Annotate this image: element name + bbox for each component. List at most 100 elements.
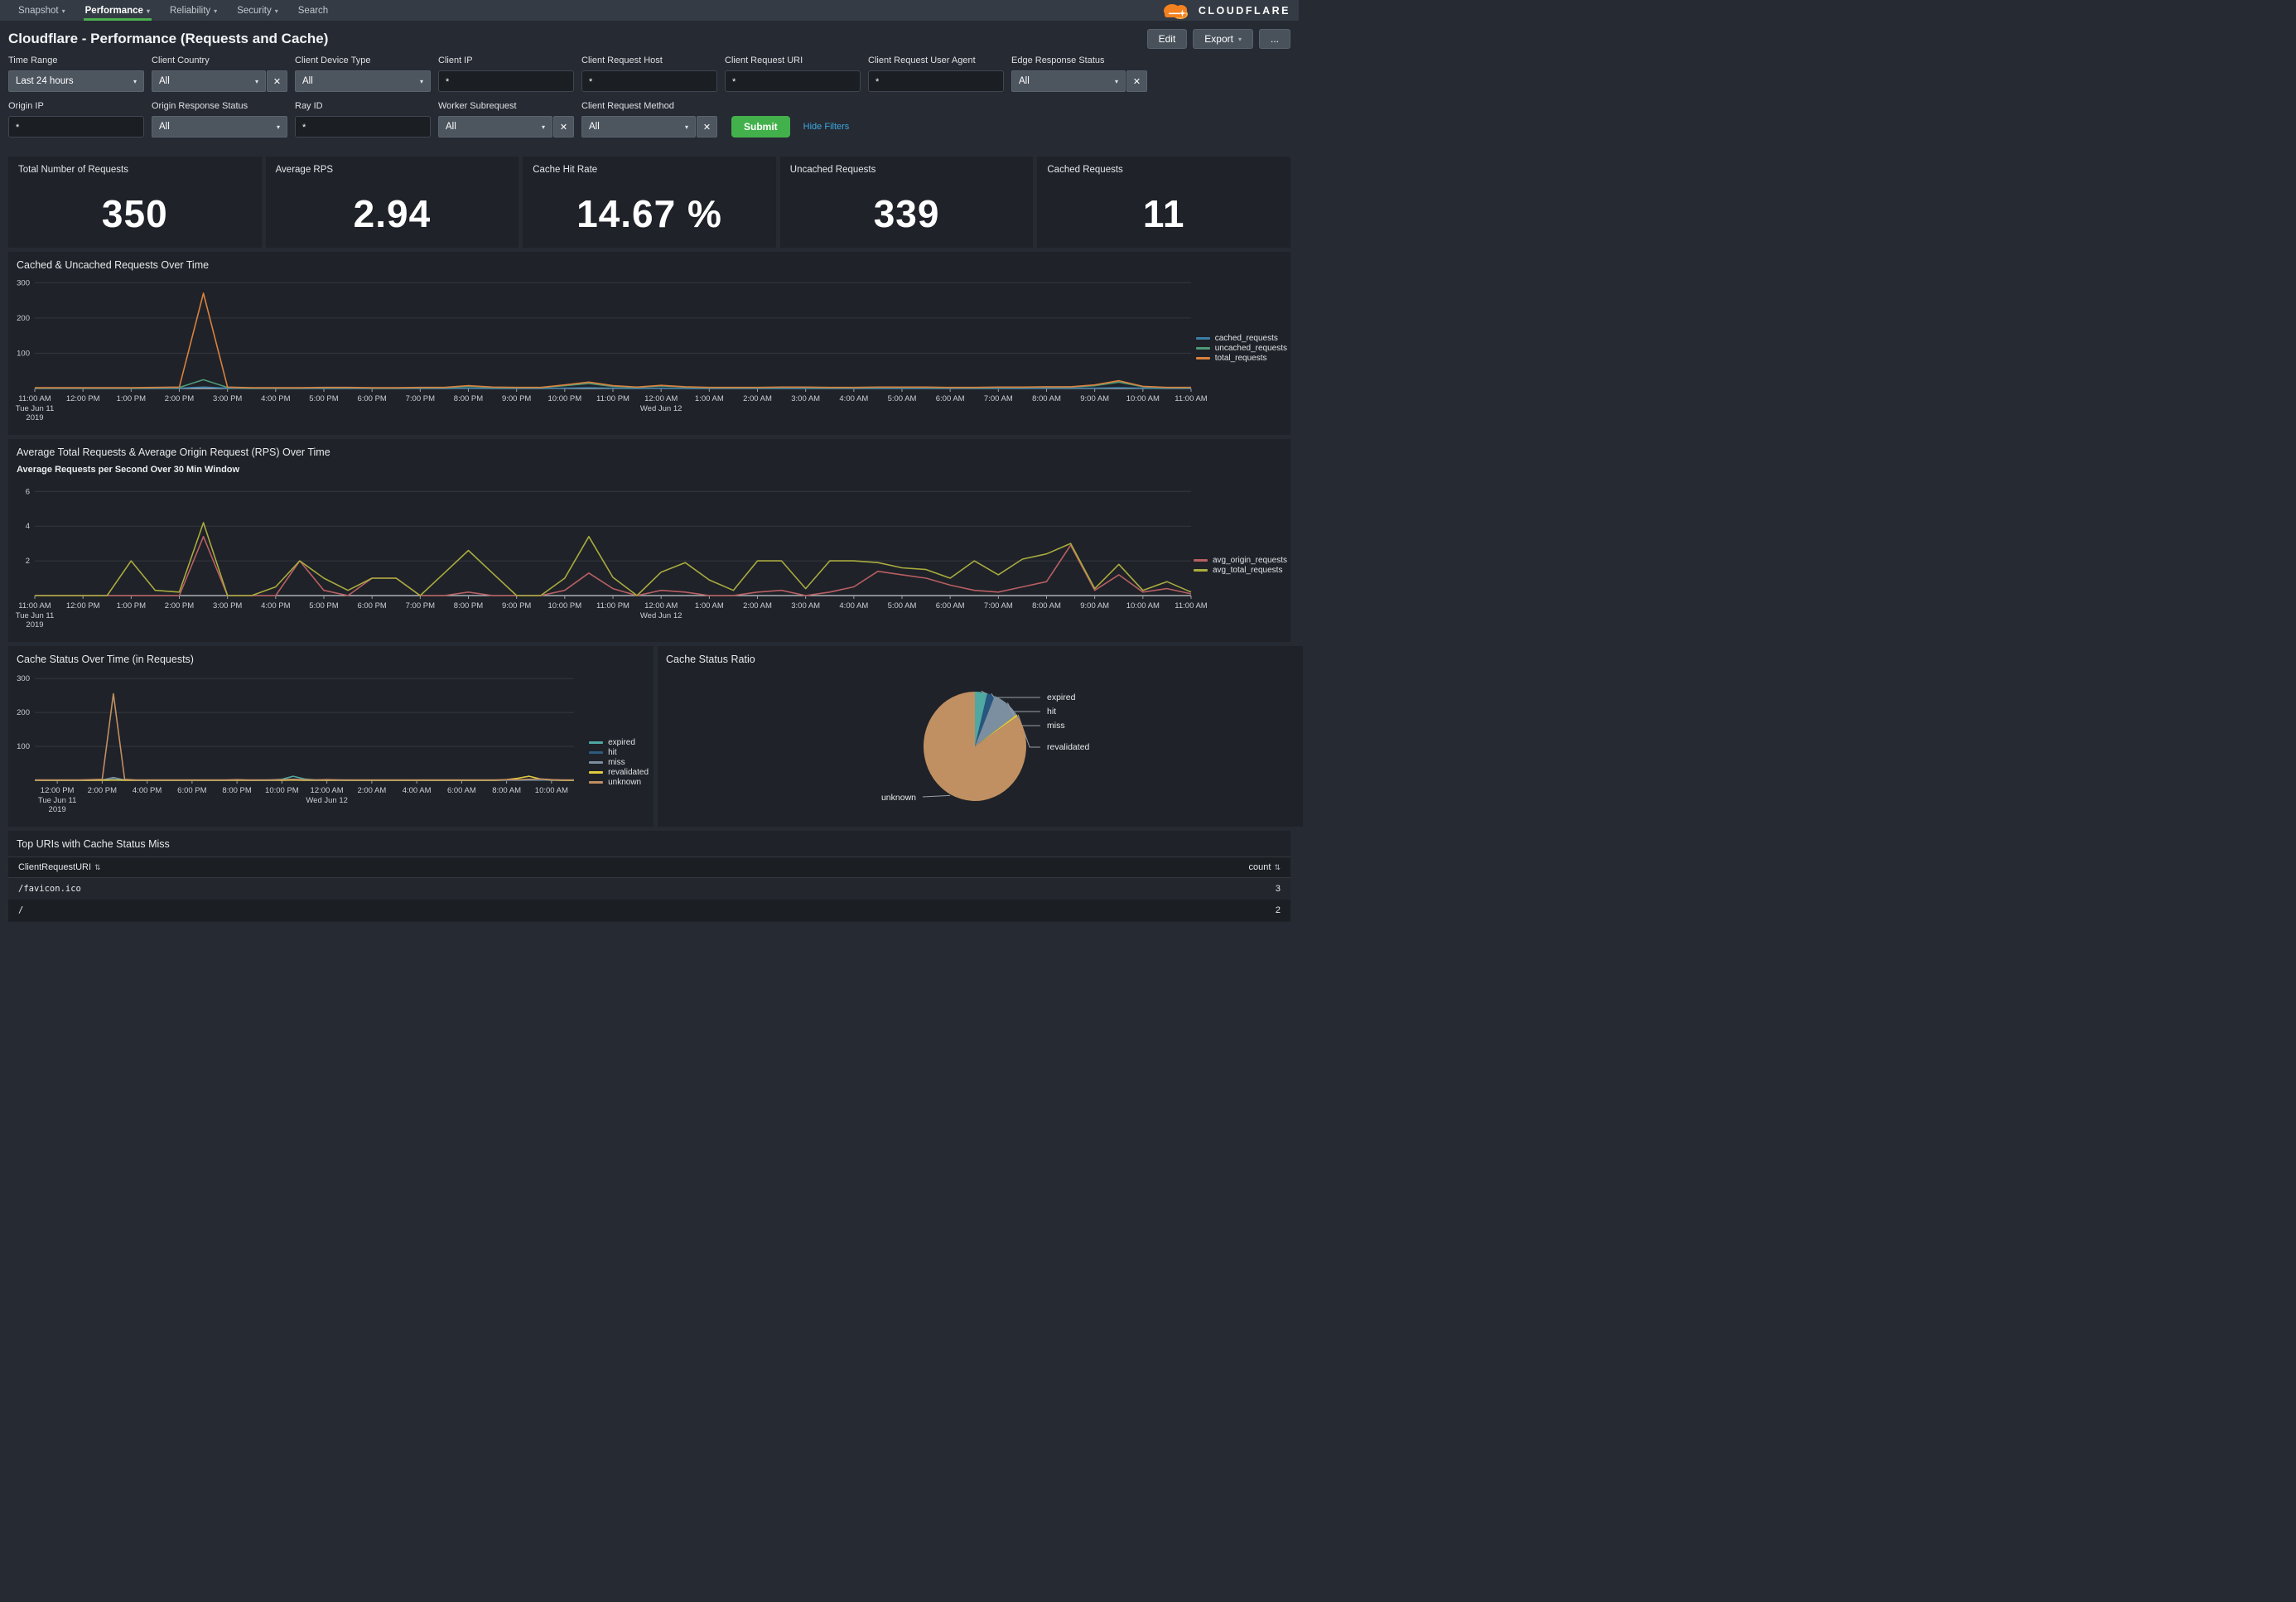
clear-filter-button[interactable]: ✕ xyxy=(267,70,287,92)
legend-item-cached-requests[interactable]: cached_requests xyxy=(1196,334,1287,343)
column-header-clientrequesturi[interactable]: ClientRequestURI⇅ xyxy=(8,857,1141,878)
hide-filters-link[interactable]: Hide Filters xyxy=(803,122,850,132)
legend-item-unknown[interactable]: unknown xyxy=(589,778,649,787)
column-header-count[interactable]: count⇅ xyxy=(1141,857,1290,878)
selected-value: All xyxy=(159,122,170,132)
filter-label: Origin Response Status xyxy=(152,101,287,111)
cloudflare-cloud-icon xyxy=(1159,2,1194,19)
legend-swatch xyxy=(1196,337,1210,340)
metric-label: Uncached Requests xyxy=(790,165,876,175)
selected-value: All xyxy=(159,76,170,86)
chart-subtitle: Average Requests per Second Over 30 Min … xyxy=(8,458,1290,475)
filters-section: Time RangeLast 24 hours▾Client CountryAl… xyxy=(0,51,1299,150)
filter-select-origin-response-status[interactable]: All▾ xyxy=(152,116,287,138)
legend-item-miss[interactable]: miss xyxy=(589,758,649,767)
filter-input-ray-id[interactable] xyxy=(295,116,431,138)
x-axis-tick-label: 9:00 PM xyxy=(502,394,531,403)
filter-select-client-country[interactable]: All▾ xyxy=(152,70,266,92)
cloudflare-logo: CLOUDFLARE xyxy=(1159,0,1290,21)
panel-cache-status-ratio: Cache Status Ratio expiredhitmissrevalid… xyxy=(658,646,1303,827)
legend-label: miss xyxy=(608,758,625,767)
legend-swatch xyxy=(1194,559,1208,562)
x-axis-tick-label: 2:00 PM xyxy=(165,601,194,610)
filter-input-client-request-host[interactable] xyxy=(581,70,717,92)
y-axis-tick-label: 300 xyxy=(17,279,30,287)
nav-item-snapshot[interactable]: Snapshot▾ xyxy=(8,0,75,21)
legend-item-avg-total-requests[interactable]: avg_total_requests xyxy=(1194,566,1287,575)
x-axis-date-label: Tue Jun 11 xyxy=(38,796,76,805)
x-axis-tick-label: 6:00 PM xyxy=(357,394,386,403)
nav-item-security[interactable]: Security▾ xyxy=(227,0,288,21)
series-line-avg-origin-requests xyxy=(35,537,1191,596)
legend-label: cached_requests xyxy=(1215,334,1278,343)
metric-value: 11 xyxy=(1037,180,1290,248)
legend-swatch xyxy=(589,751,603,754)
legend-item-uncached-requests[interactable]: uncached_requests xyxy=(1196,344,1287,353)
x-axis-tick-label: 4:00 PM xyxy=(261,601,290,610)
metric-card-cached-requests: Cached Requests11 xyxy=(1037,157,1290,248)
x-axis-tick-label: 1:00 PM xyxy=(117,601,146,610)
filter-client-device-type: Client Device TypeAll▾ xyxy=(295,55,431,92)
x-axis-tick-label: 2:00 AM xyxy=(743,601,772,610)
filter-input-client-request-user-agent[interactable] xyxy=(868,70,1004,92)
x-axis-tick-label: 4:00 AM xyxy=(839,394,868,403)
metric-card-average-rps: Average RPS2.94 xyxy=(266,157,519,248)
x-axis-tick-label: 1:00 PM xyxy=(117,394,146,403)
y-axis-tick-label: 100 xyxy=(17,742,30,751)
filter-select-client-device-type[interactable]: All ▾ xyxy=(295,70,431,92)
edit-button[interactable]: Edit xyxy=(1147,29,1188,49)
filter-input-origin-ip[interactable] xyxy=(8,116,144,138)
chart-title: Cache Status Ratio xyxy=(658,646,1303,665)
filter-input-client-request-uri[interactable] xyxy=(725,70,861,92)
nav-item-reliability[interactable]: Reliability▾ xyxy=(160,0,227,21)
more-button[interactable]: ... xyxy=(1259,29,1290,49)
uri-cell: /favicon.ico xyxy=(8,878,1141,900)
button-label: Edit xyxy=(1159,33,1176,45)
nav-item-performance[interactable]: Performance▾ xyxy=(75,0,160,21)
clear-filter-button[interactable]: ✕ xyxy=(697,116,717,138)
count-cell: 3 xyxy=(1141,878,1290,900)
legend-swatch xyxy=(589,741,603,744)
x-axis-tick-label: 7:00 PM xyxy=(406,394,435,403)
filter-select-edge-response-status[interactable]: All▾ xyxy=(1011,70,1126,92)
chevron-down-icon: ▾ xyxy=(214,7,217,15)
x-axis-date-label: 2019 xyxy=(26,413,43,422)
nav-item-label: Snapshot xyxy=(18,6,59,16)
filter-select-time-range[interactable]: Last 24 hours▾ xyxy=(8,70,144,92)
x-axis-tick-label: 1:00 AM xyxy=(695,394,724,403)
legend-swatch xyxy=(1196,357,1210,359)
filter-input-client-ip[interactable] xyxy=(438,70,574,92)
legend-label: unknown xyxy=(608,778,641,787)
sort-icon[interactable]: ⇅ xyxy=(1274,863,1281,871)
chevron-down-icon: ▾ xyxy=(420,78,423,85)
selected-value: All xyxy=(589,122,600,132)
table-row: /2 xyxy=(8,900,1290,921)
submit-button[interactable]: Submit xyxy=(731,116,790,138)
selected-value: All xyxy=(302,76,313,86)
chevron-down-icon: ▾ xyxy=(147,7,150,15)
metric-card-uncached-requests: Uncached Requests339 xyxy=(780,157,1034,248)
legend-item-hit[interactable]: hit xyxy=(589,748,649,757)
filter-select-worker-subrequest[interactable]: All▾ xyxy=(438,116,552,138)
sort-icon[interactable]: ⇅ xyxy=(94,863,101,871)
chevron-down-icon: ▾ xyxy=(62,7,65,15)
legend-item-expired[interactable]: expired xyxy=(589,738,649,747)
clear-filter-button[interactable]: ✕ xyxy=(1126,70,1147,92)
legend-item-revalidated[interactable]: revalidated xyxy=(589,768,649,777)
legend-item-avg-origin-requests[interactable]: avg_origin_requests xyxy=(1194,556,1287,565)
filter-label: Client Request User Agent xyxy=(868,55,1004,65)
chart-legend: avg_origin_requestsavg_total_requests xyxy=(1194,556,1287,575)
export-button[interactable]: Export▾ xyxy=(1193,29,1253,49)
filter-select-client-request-method[interactable]: All▾ xyxy=(581,116,696,138)
x-axis-tick-label: 10:00 PM xyxy=(547,601,581,610)
legend-item-total-requests[interactable]: total_requests xyxy=(1196,354,1287,363)
filter-time-range: Time Range Last 24 hours▾ xyxy=(8,55,144,92)
chevron-down-icon: ▾ xyxy=(1238,36,1242,43)
nav-item-search[interactable]: Search xyxy=(288,0,338,21)
metric-value: 2.94 xyxy=(266,180,519,248)
chart-title: Cache Status Over Time (in Requests) xyxy=(8,646,654,665)
x-axis-date-label: Wed Jun 12 xyxy=(640,611,683,620)
clear-filter-button[interactable]: ✕ xyxy=(553,116,574,138)
filter-label: Time Range xyxy=(8,55,144,65)
x-axis-tick-label: 5:00 AM xyxy=(888,601,917,610)
